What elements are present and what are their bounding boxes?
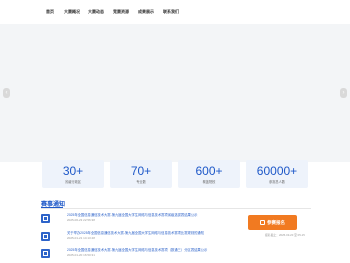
stat-card-majors: 70+ 专业数 [110,160,172,188]
signup-button[interactable]: 参赛报名 [248,215,297,230]
notice-date: 2025-01-20 16:50:31 [67,253,95,257]
banner-prev-arrow-icon[interactable]: ‹ [3,88,10,98]
list-item[interactable]: 2025年全国信息通信技术大赛-第九届全国大学生网络与信息技术赛项省级选拔赛结果… [67,213,245,222]
stat-label: 专业数 [136,180,146,184]
stat-card-schools: 600+ 覆盖院校 [178,160,240,188]
stat-value: 600+ [195,164,223,178]
nav-item-contact[interactable]: 联系我们 [163,9,179,15]
stat-label: 省级行政区 [65,180,81,184]
banner-next-arrow-icon[interactable]: › [340,88,347,98]
stat-card-provinces: 30+ 省级行政区 [42,160,104,188]
nav-item-overview[interactable]: 大赛概况 [64,9,80,15]
signup-icon [260,220,265,225]
nav-item-news[interactable]: 大赛动态 [88,9,104,15]
nav-item-achievements[interactable]: 成果展示 [138,9,154,15]
stat-label: 覆盖院校 [202,180,216,184]
notice-date: 2025-01-21 14:13:48 [67,236,95,240]
top-nav: 首页 大赛概况 大赛动态 竞赛资源 成果展示 联系我们 [0,0,350,24]
notice-title-link[interactable]: 关于举办2025年全国信息通信技术大赛-第九届全国大学生网络与信息技术赛项比赛规… [67,231,245,235]
hero-banner [0,24,350,162]
nav-item-resources[interactable]: 竞赛资源 [113,9,129,15]
document-icon [43,216,48,221]
notice-icon [41,232,50,241]
notices-divider [41,208,311,209]
stat-card-participants: 60000+ 参赛总人数 [246,160,308,188]
signup-deadline: 报名截止：2025-03-20 至 05-15 [265,233,305,237]
nav-item-home[interactable]: 首页 [46,9,54,15]
notice-date: 2025-06-23 22:56:38 [67,218,95,222]
notice-icon [41,249,50,258]
stat-label: 参赛总人数 [269,180,285,184]
notice-icon [41,214,50,223]
notice-title-link[interactable]: 2025年全国信息通信技术大赛-第九届全国大学生网络与信息技术赛项（数通三）分区… [67,248,245,252]
stat-value: 60000+ [256,164,298,178]
document-icon [43,251,48,256]
document-icon [43,234,48,239]
stat-value: 30+ [62,164,84,178]
list-item[interactable]: 关于举办2025年全国信息通信技术大赛-第九届全国大学生网络与信息技术赛项比赛规… [67,231,245,240]
stat-value: 70+ [130,164,152,178]
list-item[interactable]: 2025年全国信息通信技术大赛-第九届全国大学生网络与信息技术赛项（数通三）分区… [67,248,245,257]
notice-title-link[interactable]: 2025年全国信息通信技术大赛-第九届全国大学生网络与信息技术赛项省级选拔赛结果… [67,213,245,217]
signup-button-label: 参赛报名 [267,220,285,225]
